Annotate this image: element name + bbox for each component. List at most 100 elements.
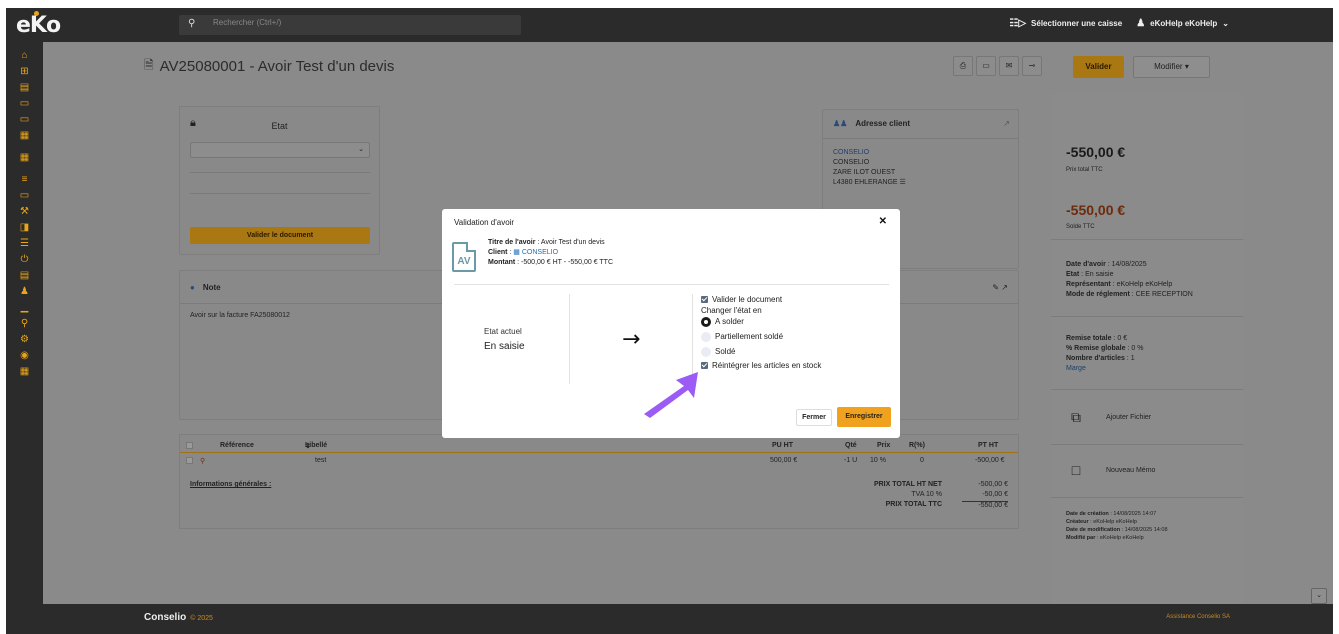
paperclip-icon: ⊸: [1028, 61, 1036, 70]
reintegrate-stock-label: Réintégrer les articles en stock: [712, 361, 822, 370]
client-link[interactable]: CONSELIO: [833, 148, 906, 158]
meta-modif-par-value: : eKoHelp eKoHelp: [1095, 535, 1144, 541]
document-icon[interactable]: ▭: [6, 96, 43, 111]
current-state-label: Etat actuel: [484, 327, 522, 336]
user-icon: ♟: [1136, 18, 1146, 29]
document-info: Date d'avoir : 14/08/2025 Etat : En sais…: [1066, 260, 1193, 300]
total-ttc-row: PRIX TOTAL TTC -550,00 €: [842, 501, 1008, 511]
enregistrer-button[interactable]: Enregistrer: [837, 407, 891, 427]
calendar-icon[interactable]: ▦: [6, 128, 43, 143]
general-info-link[interactable]: Informations générales :: [190, 481, 271, 488]
lines-table: Référence ⇕ Libellé PU HT Qté Prix R(%) …: [179, 434, 1019, 529]
etat-select[interactable]: ⌄: [190, 142, 370, 158]
radio-partiellement-solde[interactable]: Partiellement soldé: [701, 331, 821, 342]
tva-row: TVA 10 % -50,00 €: [842, 491, 1008, 501]
row-checkbox[interactable]: [186, 457, 193, 464]
map-icon[interactable]: ☰: [900, 179, 906, 186]
fermer-button[interactable]: Fermer: [796, 409, 832, 426]
search-sidebar-icon[interactable]: ⚲: [6, 316, 43, 331]
new-memo-label: Nouveau Mémo: [1106, 466, 1156, 474]
divider: [1051, 239, 1243, 240]
reintegrate-stock-checkbox[interactable]: Réintégrer les articles en stock: [701, 360, 821, 371]
divider: [190, 172, 370, 173]
close-icon[interactable]: ✕: [879, 216, 887, 227]
address-city: L4380 EHLERANGE: [833, 179, 898, 186]
radio-solde[interactable]: Soldé: [701, 346, 821, 357]
money-icon[interactable]: ◉: [6, 348, 43, 363]
external-link-icon[interactable]: ↗: [1001, 283, 1008, 292]
footer-year: © 2025: [190, 615, 213, 622]
info-mode-value: : CEE RECEPTION: [1129, 291, 1193, 298]
layers-icon[interactable]: ◨: [6, 220, 43, 235]
chart-icon[interactable]: ▁: [6, 300, 43, 315]
validate-document-button[interactable]: Valider le document: [190, 227, 370, 244]
footer-assistance-link[interactable]: Assistance Conselio SA: [1166, 614, 1230, 620]
footer-brand-name: Conselio: [144, 612, 187, 623]
scroll-down-button[interactable]: ⌄: [1311, 588, 1327, 604]
col-reference[interactable]: Référence: [220, 442, 254, 449]
stack-icon[interactable]: ☰: [6, 236, 43, 251]
settings-icon[interactable]: ⚙: [6, 332, 43, 347]
search-input[interactable]: [213, 18, 503, 27]
info-date-label: Date d'avoir: [1066, 261, 1106, 268]
divider: [454, 284, 889, 285]
note-tools: ✎ ↗: [992, 283, 1008, 292]
sidebar: ⌂ ⊞ ▤ ▭ ▭ ▦ ▦ ≡ ▭ ⚒ ◨ ☰ ⏻ ▤ ♟ ▁ ⚲ ⚙ ◉ ▦: [6, 42, 43, 602]
list-icon[interactable]: ≡: [6, 172, 43, 187]
folder-icon[interactable]: ▭: [6, 188, 43, 203]
top-bar: eKo ⚲ ☷▷ Sélectionner une caisse ♟ eKoHe…: [6, 8, 1333, 42]
footer-brand: Conselio © 2025: [144, 612, 213, 623]
note-title: Note: [202, 283, 221, 292]
user-menu[interactable]: ♟ eKoHelp eKoHelp ⌄: [1136, 18, 1229, 29]
info-date: Date d'avoir : 14/08/2025: [1066, 260, 1193, 270]
info-remise-globale: % Remise globale : 0 %: [1066, 344, 1143, 354]
radio-a-solder[interactable]: A solder: [701, 316, 821, 327]
tools-icon[interactable]: ⚒: [6, 204, 43, 219]
total-ttc-amount: -550,00 €: [1066, 144, 1126, 160]
new-memo-button[interactable]: □ Nouveau Mémo: [1066, 450, 1231, 490]
modifier-dropdown[interactable]: Modifier ▾: [1133, 56, 1210, 78]
current-state-value: En saisie: [484, 341, 525, 352]
radio-unselected: [701, 346, 711, 357]
document-out-icon[interactable]: ▭: [6, 112, 43, 127]
divider: [569, 294, 570, 384]
pointer-arrow-icon: [644, 372, 698, 418]
address-line-3: L4380 EHLERANGE ☰: [833, 178, 906, 188]
calendar-check-icon[interactable]: ▦: [6, 150, 43, 165]
row-pt: -500,00 €: [975, 457, 1005, 464]
tva-label: TVA 10 %: [911, 491, 942, 498]
print-button[interactable]: ⎙: [953, 56, 973, 76]
external-link-icon[interactable]: ↗: [1003, 119, 1010, 128]
home-icon[interactable]: ⌂: [6, 48, 43, 63]
modal-client-link[interactable]: CONSELIO: [522, 249, 558, 256]
pdf-button[interactable]: ▭: [976, 56, 996, 76]
users-icon[interactable]: ♟: [6, 284, 43, 299]
user-name: eKoHelp eKoHelp: [1150, 19, 1218, 28]
marge-link[interactable]: Marge: [1066, 364, 1143, 374]
valider-button[interactable]: Valider: [1073, 56, 1124, 78]
etat-card-title: Etat: [271, 121, 288, 131]
building-icon: ▦: [513, 249, 520, 256]
email-button[interactable]: ✉: [999, 56, 1019, 76]
info-remise: Remise totale : 0 €: [1066, 334, 1143, 344]
search-icon: ⚲: [188, 18, 196, 29]
select-all-checkbox[interactable]: [186, 442, 193, 449]
clipboard-icon[interactable]: ▤: [6, 268, 43, 283]
add-box-icon[interactable]: ⊞: [6, 64, 43, 79]
app-logo[interactable]: eKo: [16, 13, 61, 38]
attach-button[interactable]: ⊸: [1022, 56, 1042, 76]
validate-doc-checkbox[interactable]: Valider le document: [701, 294, 821, 305]
radio-unselected: [701, 331, 711, 342]
select-cashier-button[interactable]: ☷▷ Sélectionner une caisse: [1009, 18, 1122, 29]
key-icon: ⚲: [200, 458, 206, 465]
solde-caption: Solde TTC: [1066, 224, 1095, 230]
modal-titre: Titre de l'avoir : Avoir Test d'un devis: [488, 238, 613, 248]
calculator-icon[interactable]: ▦: [6, 364, 43, 379]
solde-amount: -550,00 €: [1066, 202, 1126, 218]
list-doc-icon[interactable]: ▤: [6, 80, 43, 95]
pencil-icon[interactable]: ✎: [992, 283, 999, 292]
top-right-menu: ☷▷ Sélectionner une caisse ♟ eKoHelp eKo…: [1009, 18, 1229, 29]
power-icon[interactable]: ⏻: [6, 252, 43, 267]
add-file-button[interactable]: ⧉ Ajouter Fichier: [1066, 397, 1231, 437]
meta-creation-label: Date de création: [1066, 511, 1109, 517]
